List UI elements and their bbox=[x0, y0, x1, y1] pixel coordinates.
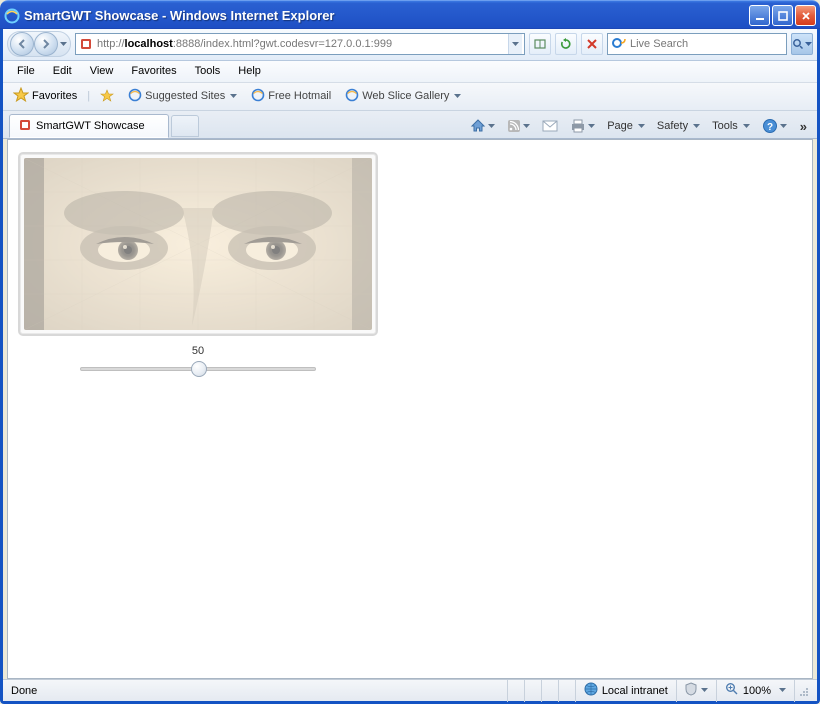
web-slice-link[interactable]: Web Slice Gallery bbox=[341, 86, 465, 107]
refresh-button[interactable] bbox=[555, 33, 577, 55]
address-bar[interactable]: http://localhost:8888/index.html?gwt.cod… bbox=[75, 33, 525, 55]
address-text: http://localhost:8888/index.html?gwt.cod… bbox=[97, 38, 505, 50]
tab-active[interactable]: SmartGWT Showcase bbox=[9, 114, 169, 138]
status-text: Done bbox=[9, 685, 507, 697]
favorites-button[interactable]: Favorites bbox=[9, 85, 81, 108]
back-button[interactable] bbox=[10, 32, 34, 56]
search-placeholder: Live Search bbox=[630, 38, 688, 50]
home-button[interactable] bbox=[467, 116, 498, 136]
stop-button[interactable] bbox=[581, 33, 603, 55]
menu-file[interactable]: File bbox=[9, 63, 43, 79]
security-zone[interactable]: Local intranet bbox=[575, 680, 676, 702]
zoom-label: 100% bbox=[743, 685, 771, 697]
search-box[interactable]: Live Search bbox=[607, 33, 787, 55]
free-hotmail-link[interactable]: Free Hotmail bbox=[247, 86, 335, 107]
svg-text:?: ? bbox=[767, 122, 773, 133]
star-icon bbox=[13, 87, 29, 106]
ie-page-icon bbox=[128, 88, 142, 105]
protected-mode[interactable] bbox=[676, 680, 716, 702]
site-favicon-icon bbox=[78, 36, 94, 52]
page-label: Page bbox=[607, 120, 633, 132]
image-card bbox=[18, 152, 378, 336]
compat-view-button[interactable] bbox=[529, 33, 551, 55]
opacity-slider-group: 50 bbox=[18, 345, 378, 371]
slider-value-label: 50 bbox=[18, 345, 378, 357]
slider-thumb[interactable] bbox=[191, 361, 207, 377]
page-content: 50 bbox=[7, 139, 813, 679]
ie-logo-icon bbox=[4, 8, 20, 24]
menu-tools[interactable]: Tools bbox=[187, 63, 229, 79]
window-titlebar: SmartGWT Showcase - Windows Internet Exp… bbox=[0, 0, 820, 29]
tab-favicon-icon bbox=[18, 118, 32, 135]
command-bar: Page Safety Tools ? » bbox=[467, 116, 811, 136]
safety-menu[interactable]: Safety bbox=[654, 118, 703, 134]
tools-label: Tools bbox=[712, 120, 738, 132]
chevron-down-icon bbox=[454, 90, 461, 102]
nav-back-forward-group bbox=[7, 31, 71, 57]
status-cell bbox=[541, 680, 558, 702]
feeds-button[interactable] bbox=[504, 117, 533, 135]
navigation-bar: http://localhost:8888/index.html?gwt.cod… bbox=[3, 29, 817, 61]
read-mail-button[interactable] bbox=[539, 118, 561, 134]
address-dropdown[interactable] bbox=[508, 34, 522, 54]
menu-bar: File Edit View Favorites Tools Help bbox=[3, 61, 817, 83]
print-button[interactable] bbox=[567, 117, 598, 135]
fav-toolbar-add[interactable] bbox=[96, 87, 118, 105]
status-cell bbox=[558, 680, 575, 702]
page-menu[interactable]: Page bbox=[604, 118, 648, 134]
search-go-button[interactable] bbox=[791, 33, 813, 55]
menu-edit[interactable]: Edit bbox=[45, 63, 80, 79]
tab-bar: SmartGWT Showcase Page Safety Tools ? » bbox=[3, 111, 817, 139]
zoom-control[interactable]: 100% bbox=[716, 680, 794, 702]
maximize-button[interactable] bbox=[772, 5, 793, 26]
minimize-button[interactable] bbox=[749, 5, 770, 26]
favorites-bar: Favorites | Suggested Sites Free Hotmail… bbox=[3, 83, 817, 111]
menu-favorites[interactable]: Favorites bbox=[123, 63, 184, 79]
bing-icon bbox=[612, 36, 626, 53]
close-button[interactable] bbox=[795, 5, 816, 26]
status-cell bbox=[524, 680, 541, 702]
shield-icon bbox=[685, 682, 697, 699]
ie-page-icon bbox=[251, 88, 265, 105]
new-tab-button[interactable] bbox=[171, 115, 199, 137]
tab-label: SmartGWT Showcase bbox=[36, 120, 145, 132]
web-slice-label: Web Slice Gallery bbox=[362, 90, 449, 102]
free-hotmail-label: Free Hotmail bbox=[268, 90, 331, 102]
resize-grip[interactable] bbox=[794, 680, 811, 702]
tools-menu[interactable]: Tools bbox=[709, 118, 753, 134]
forward-button[interactable] bbox=[34, 32, 58, 56]
window-title: SmartGWT Showcase - Windows Internet Exp… bbox=[24, 8, 749, 23]
slider-track[interactable] bbox=[80, 367, 316, 371]
help-button[interactable]: ? bbox=[759, 116, 790, 136]
menu-view[interactable]: View bbox=[82, 63, 122, 79]
status-bar: Done Local intranet 100% bbox=[3, 679, 817, 701]
status-cell bbox=[507, 680, 524, 702]
globe-icon bbox=[584, 682, 598, 699]
zone-label: Local intranet bbox=[602, 685, 668, 697]
favorites-label: Favorites bbox=[32, 90, 77, 102]
overflow-button[interactable]: » bbox=[796, 119, 811, 134]
menu-help[interactable]: Help bbox=[230, 63, 269, 79]
ie-page-icon bbox=[345, 88, 359, 105]
chevron-down-icon bbox=[230, 90, 237, 102]
suggested-sites-link[interactable]: Suggested Sites bbox=[124, 86, 241, 107]
mona-lisa-image bbox=[24, 158, 372, 330]
suggested-sites-label: Suggested Sites bbox=[145, 90, 225, 102]
safety-label: Safety bbox=[657, 120, 688, 132]
zoom-icon bbox=[725, 682, 739, 699]
nav-history-dropdown[interactable] bbox=[58, 42, 68, 47]
